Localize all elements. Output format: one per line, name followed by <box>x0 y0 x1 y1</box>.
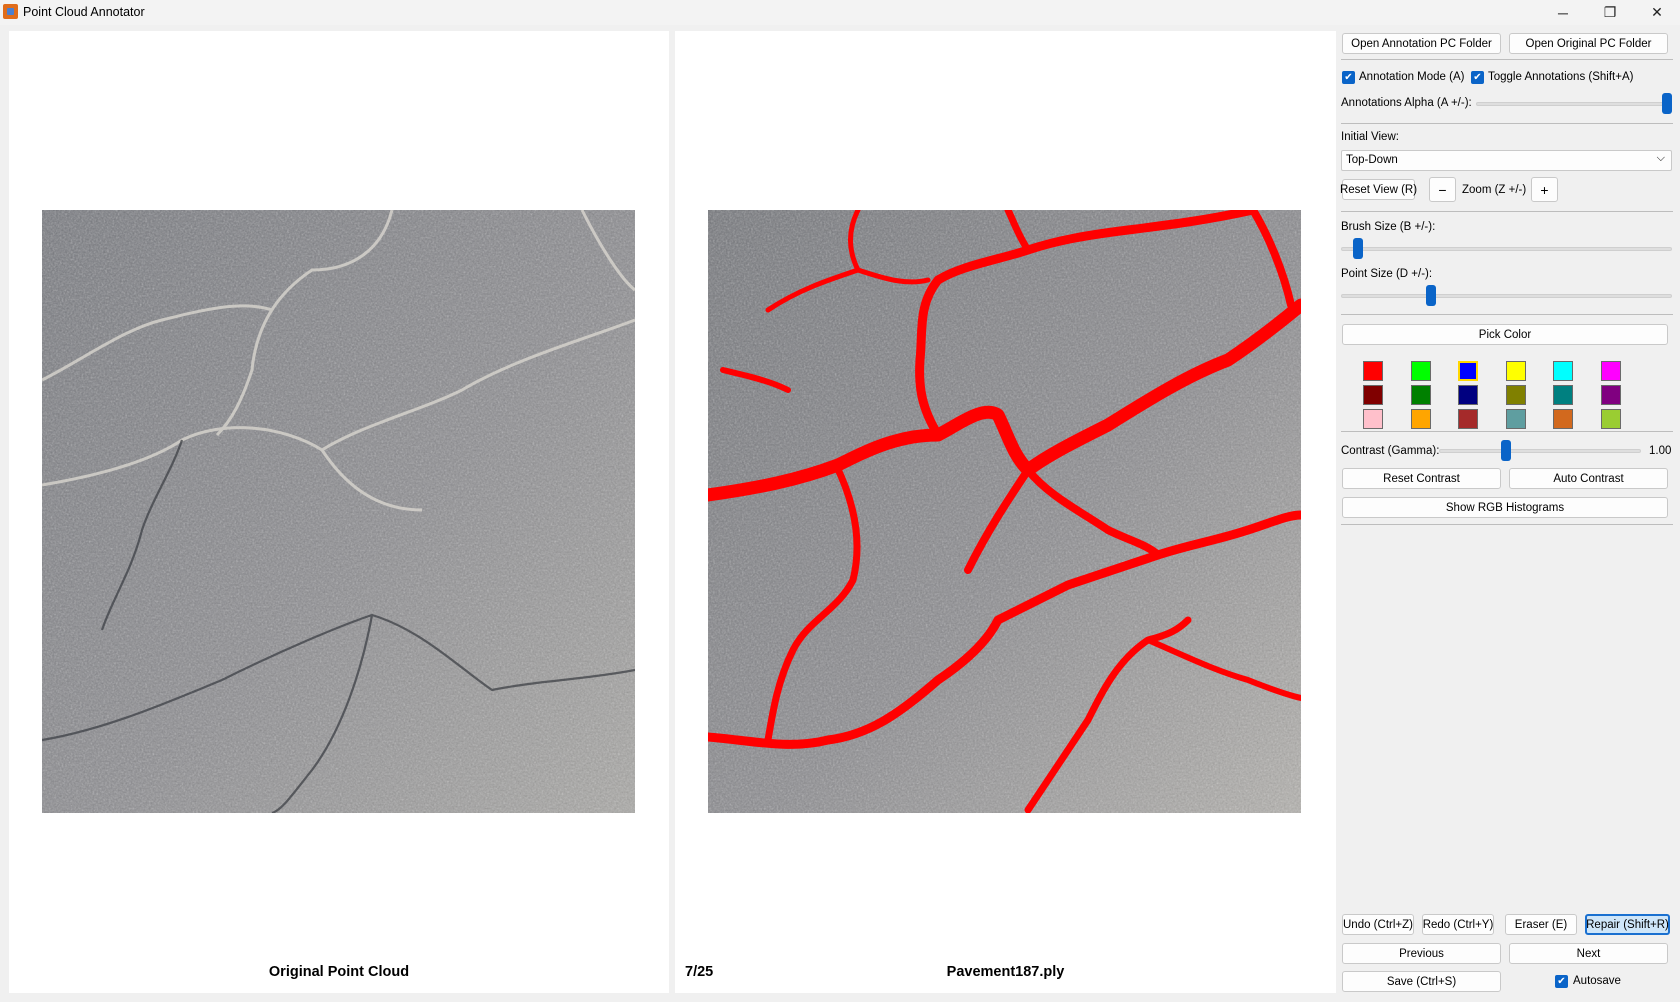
zoom-label: Zoom (Z +/-) <box>1462 184 1527 196</box>
color-swatch[interactable] <box>1553 361 1573 381</box>
file-name-label: Pavement187.ply <box>946 964 1065 980</box>
contrast-label: Contrast (Gamma): <box>1341 445 1440 457</box>
separator <box>1341 314 1673 315</box>
title-bar: Point Cloud Annotator ─ ❐ ✕ <box>0 0 1680 25</box>
separator <box>1341 524 1673 525</box>
annotation-point-cloud-view[interactable]: 7/25 Pavement187.ply <box>675 31 1336 993</box>
annotation-mode-checkbox[interactable]: ✔ <box>1342 71 1355 84</box>
separator <box>1341 123 1673 124</box>
brush-size-label: Brush Size (B +/-): <box>1341 221 1436 233</box>
color-swatch[interactable] <box>1458 409 1478 429</box>
autosave-checkbox[interactable]: ✔ <box>1555 975 1568 988</box>
toggle-annotations-label: Toggle Annotations (Shift+A) <box>1488 71 1634 83</box>
window-title: Point Cloud Annotator <box>23 5 145 19</box>
show-histograms-button[interactable]: Show RGB Histograms <box>1342 497 1668 518</box>
point-size-label: Point Size (D +/-): <box>1341 268 1433 280</box>
original-view-label: Original Point Cloud <box>268 964 410 980</box>
repair-button[interactable]: Repair (Shift+R) <box>1585 914 1670 935</box>
color-swatch[interactable] <box>1363 361 1383 381</box>
reset-contrast-button[interactable]: Reset Contrast <box>1342 468 1501 489</box>
minimize-button[interactable]: ─ <box>1540 0 1586 25</box>
alpha-slider-handle[interactable] <box>1662 93 1672 114</box>
undo-button[interactable]: Undo (Ctrl+Z) <box>1342 914 1414 935</box>
app-icon <box>3 4 18 19</box>
point-size-slider-track[interactable] <box>1341 294 1672 298</box>
annotated-point-cloud-render[interactable] <box>708 210 1301 813</box>
color-swatch[interactable] <box>1363 409 1383 429</box>
color-swatch[interactable] <box>1411 361 1431 381</box>
color-swatch[interactable] <box>1411 409 1431 429</box>
auto-contrast-button[interactable]: Auto Contrast <box>1509 468 1668 489</box>
zoom-out-button[interactable]: − <box>1429 177 1456 202</box>
zoom-in-button[interactable]: + <box>1531 177 1558 202</box>
color-swatch[interactable] <box>1601 361 1621 381</box>
color-swatch[interactable] <box>1553 385 1573 405</box>
original-point-cloud-render[interactable] <box>42 210 635 813</box>
separator <box>1341 431 1673 432</box>
color-swatch[interactable] <box>1553 409 1573 429</box>
separator <box>1341 211 1673 212</box>
contrast-slider-track[interactable] <box>1439 449 1641 453</box>
separator <box>1341 59 1673 60</box>
previous-button[interactable]: Previous <box>1342 943 1501 964</box>
next-button[interactable]: Next <box>1509 943 1668 964</box>
contrast-value: 1.00 <box>1649 445 1672 457</box>
control-panel: Open Annotation PC Folder Open Original … <box>1340 31 1674 996</box>
reset-view-button[interactable]: Reset View (R) <box>1340 179 1417 200</box>
redo-button[interactable]: Redo (Ctrl+Y) <box>1422 914 1494 935</box>
eraser-button[interactable]: Eraser (E) <box>1505 914 1577 935</box>
color-swatch[interactable] <box>1506 361 1526 381</box>
pick-color-button[interactable]: Pick Color <box>1342 324 1668 345</box>
initial-view-value: Top-Down <box>1346 154 1398 166</box>
color-swatch[interactable] <box>1506 385 1526 405</box>
contrast-slider-handle[interactable] <box>1501 440 1511 461</box>
color-swatch[interactable] <box>1458 385 1478 405</box>
open-original-folder-button[interactable]: Open Original PC Folder <box>1509 33 1668 54</box>
save-button[interactable]: Save (Ctrl+S) <box>1342 971 1501 992</box>
close-button[interactable]: ✕ <box>1634 0 1680 25</box>
open-annotation-folder-button[interactable]: Open Annotation PC Folder <box>1342 33 1501 54</box>
brush-size-slider-handle[interactable] <box>1353 238 1363 259</box>
color-swatch[interactable] <box>1601 409 1621 429</box>
color-swatch[interactable] <box>1458 361 1478 381</box>
chevron-down-icon: ⌵ <box>1656 152 1665 164</box>
initial-view-dropdown[interactable]: Top-Down ⌵ <box>1341 150 1672 171</box>
annotation-mode-label: Annotation Mode (A) <box>1359 71 1465 83</box>
color-swatch[interactable] <box>1601 385 1621 405</box>
maximize-button[interactable]: ❐ <box>1587 0 1633 25</box>
autosave-label: Autosave <box>1573 975 1621 987</box>
color-swatch[interactable] <box>1506 409 1526 429</box>
toggle-annotations-checkbox[interactable]: ✔ <box>1471 71 1484 84</box>
original-point-cloud-view[interactable]: Original Point Cloud <box>9 31 669 993</box>
alpha-label: Annotations Alpha (A +/-): <box>1341 97 1472 109</box>
color-swatch[interactable] <box>1363 385 1383 405</box>
point-size-slider-handle[interactable] <box>1426 285 1436 306</box>
brush-size-slider-track[interactable] <box>1341 247 1672 251</box>
alpha-slider-track[interactable] <box>1476 102 1672 106</box>
color-swatch[interactable] <box>1411 385 1431 405</box>
initial-view-label: Initial View: <box>1341 131 1399 143</box>
